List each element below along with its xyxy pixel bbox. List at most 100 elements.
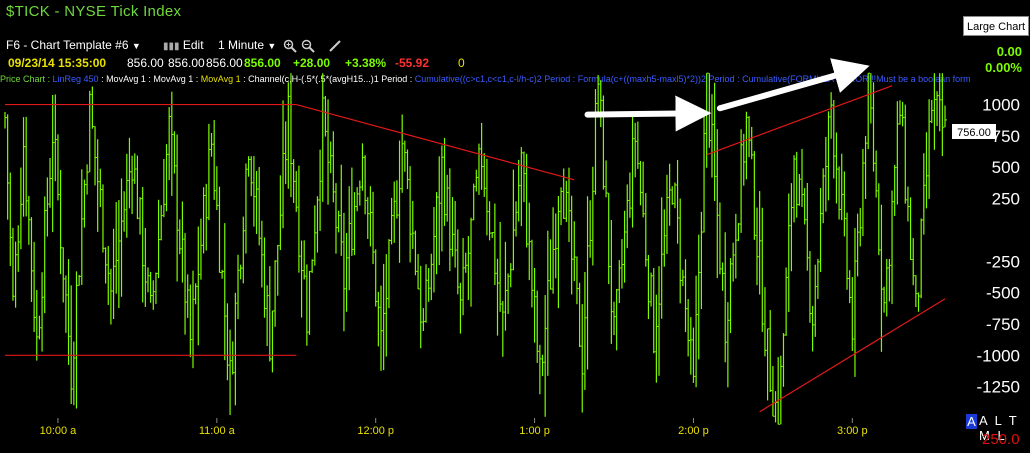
price-bar bbox=[608, 192, 611, 285]
price-bar bbox=[835, 132, 839, 204]
price-bar bbox=[520, 147, 524, 227]
price-bar bbox=[303, 240, 307, 280]
price-bar bbox=[658, 266, 662, 376]
price-bar bbox=[512, 169, 516, 271]
price-bar bbox=[909, 197, 913, 260]
price-bar bbox=[494, 203, 497, 285]
y-tick-label: 1000 bbox=[982, 96, 1020, 115]
price-bar bbox=[504, 241, 508, 331]
price-bar bbox=[804, 188, 807, 225]
price-bar bbox=[655, 294, 659, 383]
price-bar bbox=[385, 254, 389, 357]
price-bar bbox=[465, 252, 468, 273]
price-bar bbox=[187, 274, 190, 318]
price-bar bbox=[912, 238, 916, 286]
price-bar bbox=[870, 73, 873, 124]
price-bar bbox=[624, 210, 627, 283]
price-bar bbox=[12, 227, 15, 301]
price-bar bbox=[157, 199, 161, 279]
price-bar bbox=[441, 145, 444, 252]
last-value-flag: 756.00 bbox=[952, 124, 996, 139]
price-bar bbox=[499, 222, 503, 312]
price-bar bbox=[732, 242, 736, 282]
price-bar bbox=[833, 99, 836, 179]
price-bar bbox=[396, 180, 399, 219]
x-tick-label: 3:00 p bbox=[837, 425, 868, 437]
price-bar bbox=[202, 187, 206, 254]
price-bar bbox=[621, 239, 624, 289]
price-bar bbox=[737, 223, 741, 241]
y-tick-label: -250 bbox=[986, 252, 1020, 271]
price-bar bbox=[436, 192, 439, 275]
price-bar bbox=[414, 230, 418, 276]
price-bar bbox=[30, 217, 34, 302]
price-bar bbox=[65, 275, 68, 333]
price-bar bbox=[563, 168, 566, 220]
price-bar bbox=[311, 259, 315, 273]
price-bar bbox=[772, 366, 775, 417]
price-bar bbox=[86, 164, 90, 195]
price-bar bbox=[335, 183, 338, 254]
price-bar bbox=[849, 270, 852, 304]
price-bar bbox=[618, 260, 622, 304]
price-bar bbox=[801, 148, 805, 207]
price-bar bbox=[155, 272, 158, 304]
price-bar bbox=[322, 73, 325, 202]
price-bar bbox=[290, 73, 293, 198]
price-bar bbox=[515, 201, 519, 237]
chart-canvas[interactable]: 1000750500250-250-500-750-1000-1250 10:0… bbox=[0, 0, 1030, 453]
price-bar bbox=[764, 287, 767, 357]
price-bar bbox=[721, 262, 725, 291]
price-bars bbox=[4, 72, 947, 425]
price-bar bbox=[406, 149, 410, 190]
price-bar bbox=[380, 285, 383, 371]
price-bar bbox=[711, 94, 714, 178]
price-bar bbox=[814, 264, 818, 337]
price-bar bbox=[110, 268, 113, 325]
price-bar bbox=[851, 277, 855, 351]
price-bar bbox=[676, 159, 680, 244]
y-tick-label: 500 bbox=[992, 158, 1020, 177]
price-bar bbox=[279, 175, 283, 251]
price-bar bbox=[67, 259, 71, 365]
arrow-annotation bbox=[716, 58, 870, 112]
price-bar bbox=[774, 391, 778, 423]
alert-badge[interactable]: A bbox=[966, 414, 977, 429]
price-bar bbox=[613, 301, 617, 336]
price-bar bbox=[933, 73, 937, 150]
price-bar bbox=[557, 195, 561, 309]
price-bar bbox=[242, 216, 246, 284]
x-tick-label: 11:00 a bbox=[199, 425, 236, 437]
price-bar bbox=[353, 192, 357, 256]
price-bar bbox=[60, 170, 63, 275]
price-bar bbox=[878, 183, 881, 256]
price-bar bbox=[404, 140, 407, 172]
price-bar bbox=[663, 209, 667, 267]
x-tick-label: 10:00 a bbox=[40, 425, 78, 437]
price-bar bbox=[163, 158, 166, 218]
price-bar bbox=[293, 159, 296, 203]
price-bar bbox=[38, 315, 42, 340]
price-bar bbox=[78, 274, 82, 286]
price-bar bbox=[173, 131, 177, 174]
price-bar bbox=[210, 133, 214, 157]
price-bar bbox=[785, 267, 789, 336]
price-bar bbox=[91, 86, 95, 129]
price-bar bbox=[891, 190, 895, 305]
price-bar bbox=[142, 187, 145, 303]
price-bar bbox=[478, 143, 481, 195]
price-bar bbox=[425, 264, 429, 323]
price-bar bbox=[115, 202, 119, 294]
price-bar bbox=[944, 105, 947, 128]
x-axis: 10:00 a 11:00 a 12:00 p 1:00 p 2:00 p 3:00 p bbox=[40, 418, 868, 437]
price-bar bbox=[248, 156, 251, 177]
price-bar bbox=[716, 129, 720, 278]
price-bar bbox=[245, 163, 248, 254]
price-bar bbox=[4, 111, 7, 129]
price-bar bbox=[753, 151, 757, 240]
price-bar bbox=[825, 136, 828, 212]
price-bar bbox=[481, 122, 484, 190]
price-bar bbox=[28, 195, 31, 245]
price-bar bbox=[308, 270, 312, 335]
price-bar bbox=[735, 213, 738, 279]
